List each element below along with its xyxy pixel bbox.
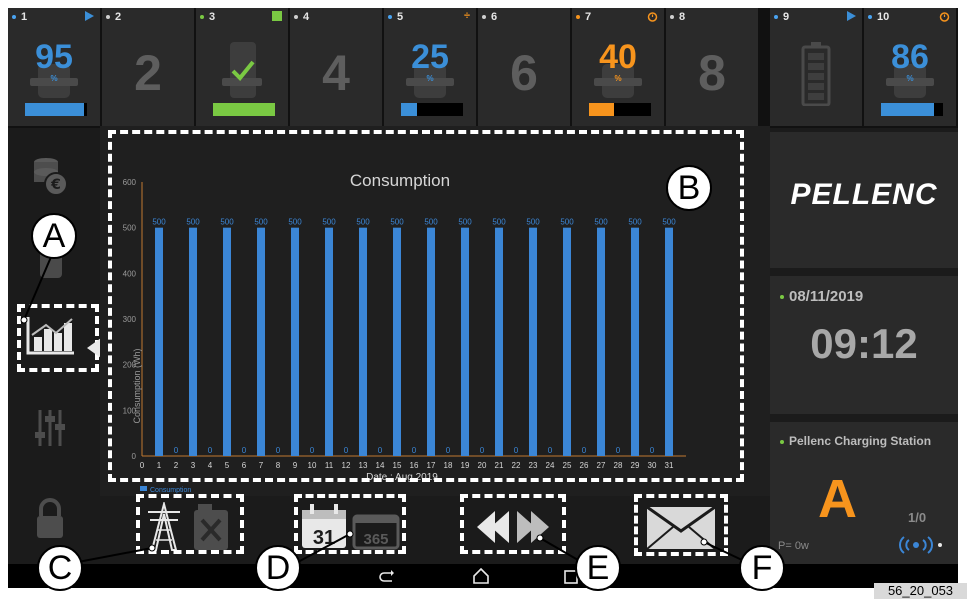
- callout-f: F: [739, 545, 785, 591]
- callout-leaders: [20, 249, 743, 563]
- callout-d: D: [255, 545, 301, 591]
- callout-b: B: [666, 165, 712, 211]
- callout-e: E: [575, 545, 621, 591]
- callout-c: C: [37, 545, 83, 591]
- callout-a: A: [31, 213, 77, 259]
- figure-reference: 56_20_053: [874, 583, 967, 599]
